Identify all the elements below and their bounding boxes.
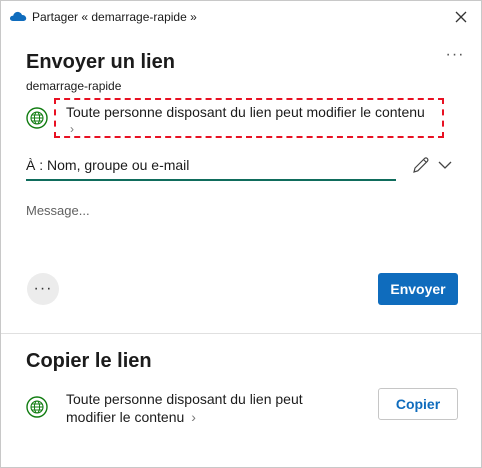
globe-icon [26, 396, 48, 418]
pencil-icon[interactable] [411, 155, 431, 175]
copy-button[interactable]: Copier [378, 388, 458, 420]
recipient-input[interactable]: À : Nom, groupe ou e-mail [26, 153, 396, 181]
onedrive-cloud-icon [9, 11, 27, 21]
link-permission-selector[interactable]: Toute personne disposant du lien peut mo… [54, 98, 444, 138]
send-button[interactable]: Envoyer [378, 273, 458, 305]
recipient-placeholder: À : Nom, groupe ou e-mail [26, 157, 190, 173]
send-link-heading: Envoyer un lien [26, 51, 175, 73]
chevron-right-icon: › [70, 122, 74, 136]
copy-link-heading: Copier le lien [26, 350, 152, 372]
copy-link-permission[interactable]: Toute personne disposant du lien peut mo… [66, 390, 346, 426]
title-bar: Partager « demarrage-rapide » [1, 1, 481, 33]
close-button[interactable] [449, 5, 473, 29]
send-link-section: Envoyer un lien ··· demarrage-rapide Tou… [1, 33, 481, 333]
more-horizontal-icon: ··· [33, 280, 53, 297]
link-options-button[interactable]: ··· [27, 273, 59, 305]
more-horizontal-icon: ··· [445, 46, 465, 63]
chevron-down-icon[interactable] [437, 157, 453, 173]
globe-icon [26, 107, 48, 129]
file-name: demarrage-rapide [26, 79, 122, 93]
link-permission-text: Toute personne disposant du lien peut mo… [66, 104, 425, 120]
window-title: Partager « demarrage-rapide » [32, 10, 197, 24]
copy-link-section: Copier le lien Toute personne disposant … [1, 334, 481, 468]
chevron-right-icon: › [191, 409, 196, 425]
copy-permission-text: Toute personne disposant du lien peut mo… [66, 391, 303, 425]
close-icon [455, 11, 467, 23]
message-input[interactable]: Message... [26, 203, 456, 243]
more-options-button[interactable]: ··· [443, 45, 467, 65]
share-dialog: Partager « demarrage-rapide » Envoyer un… [0, 0, 482, 468]
